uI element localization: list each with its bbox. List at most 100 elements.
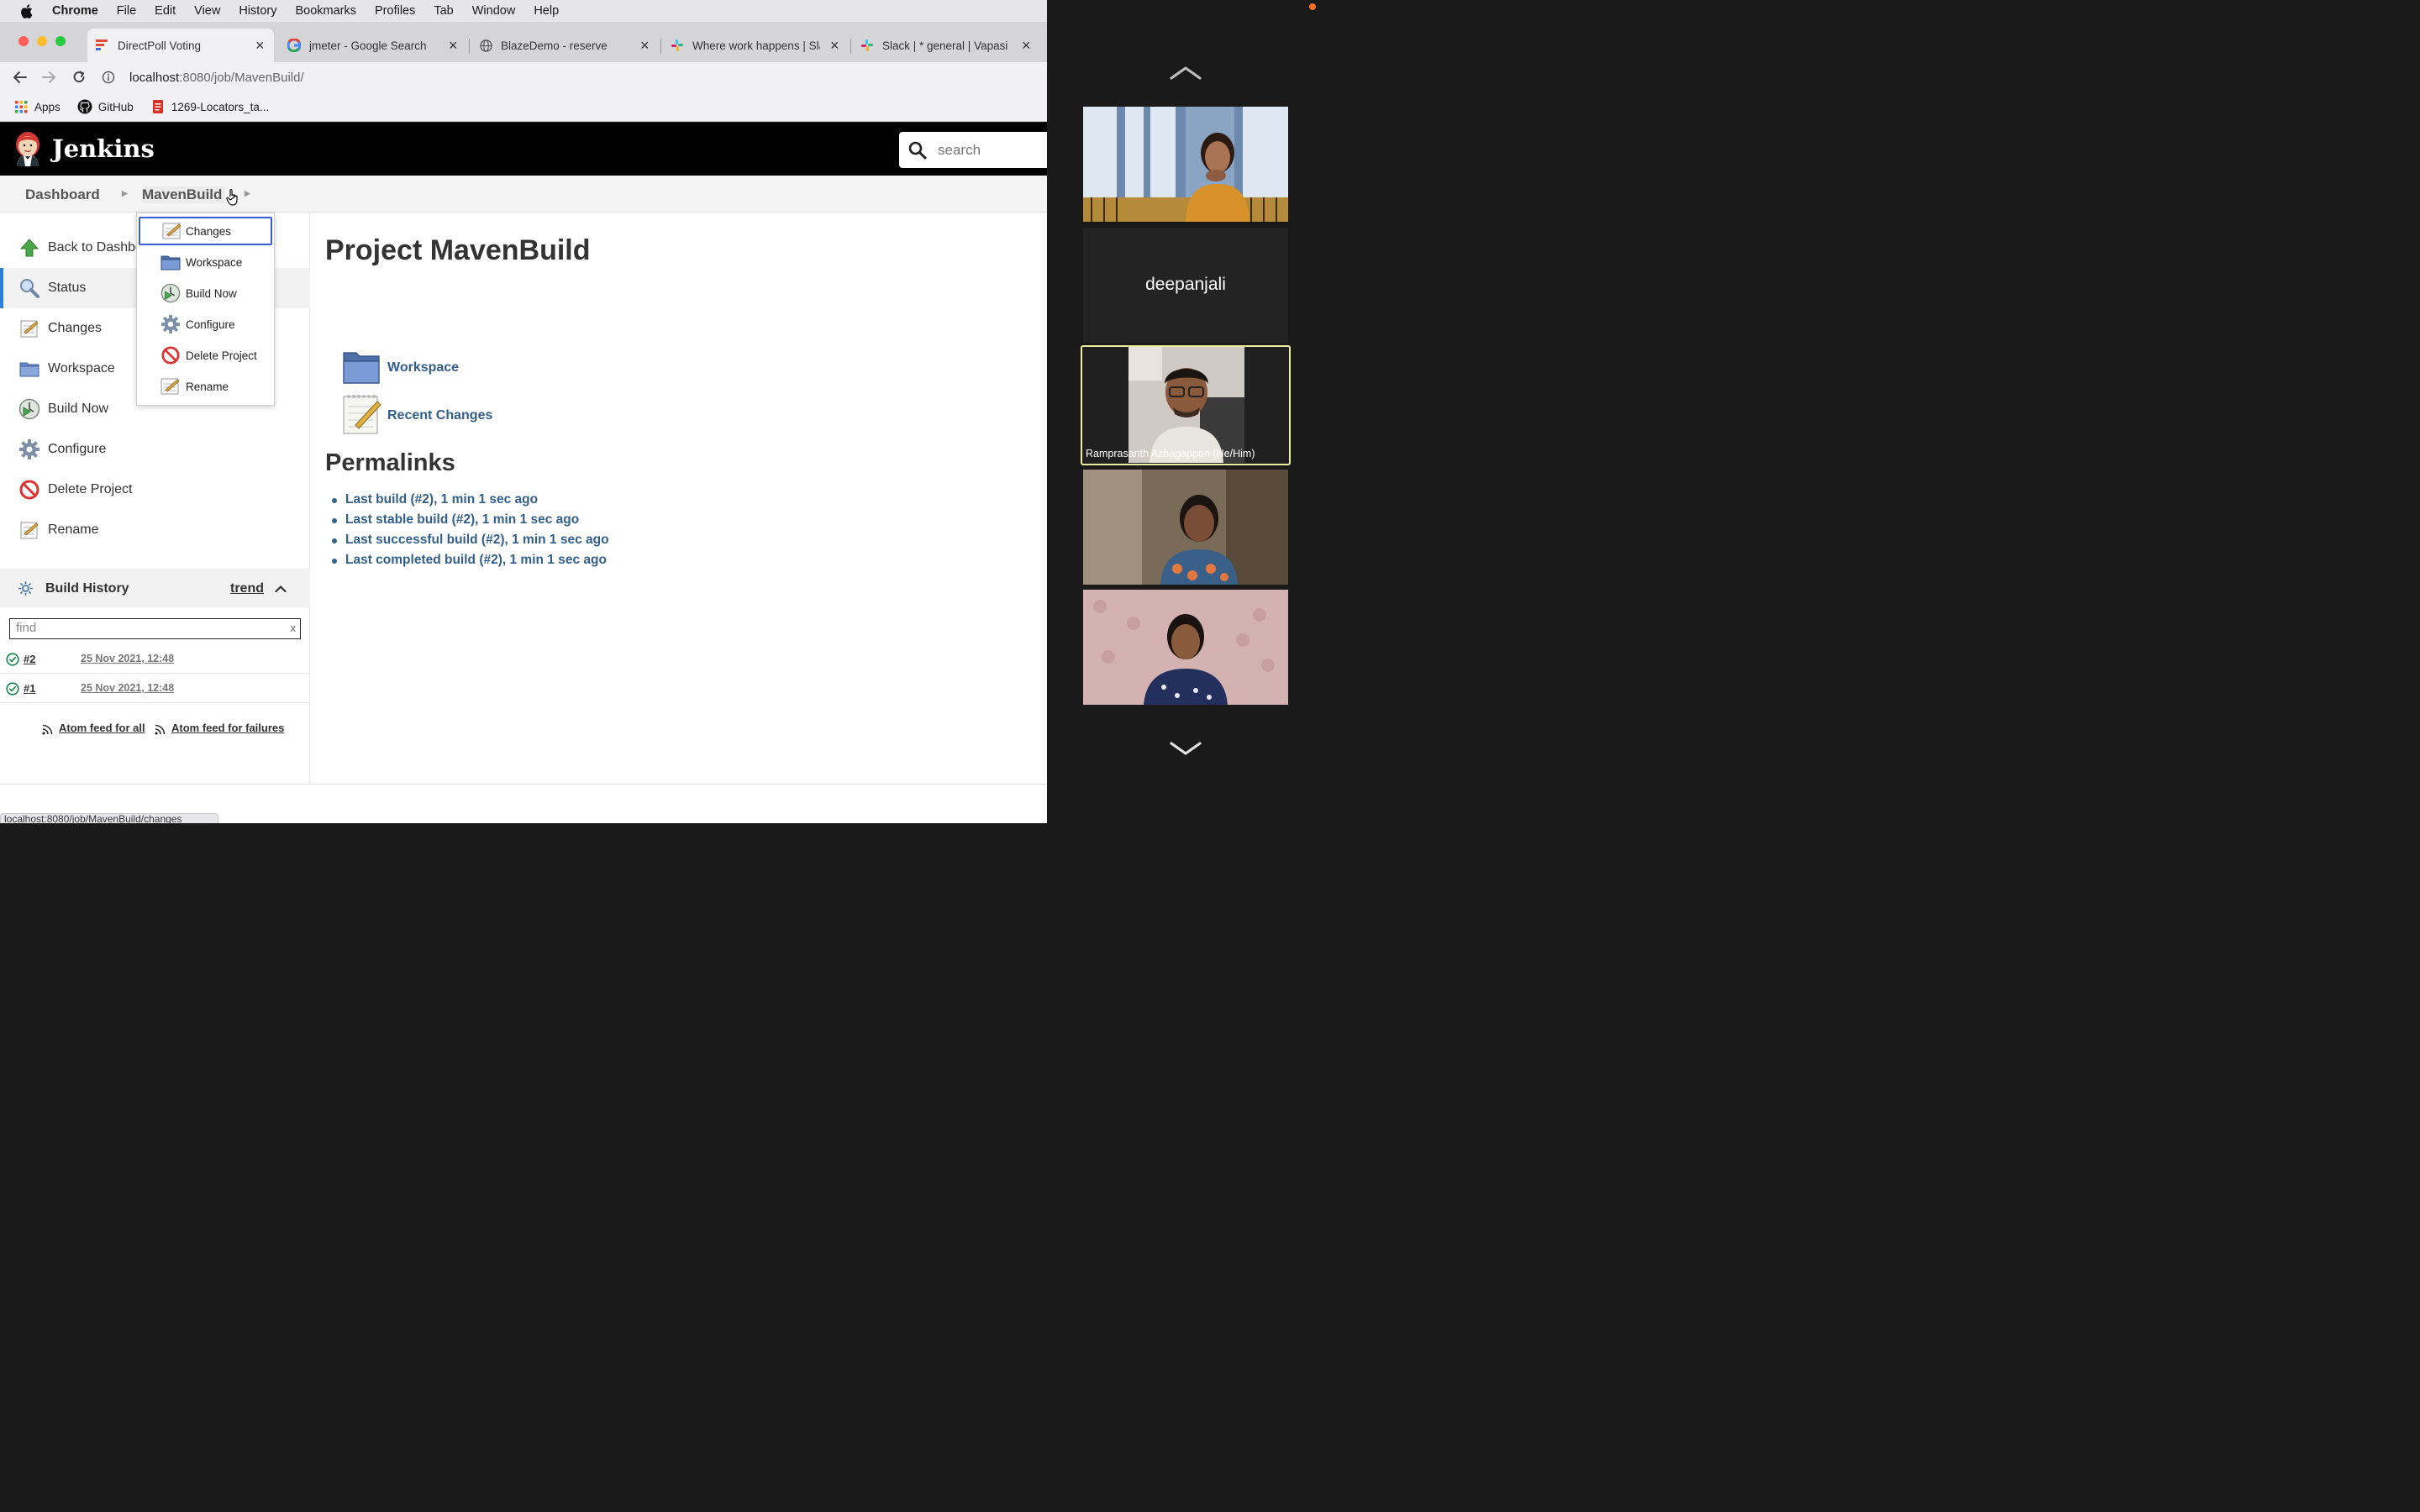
trend-link[interactable]: trend	[230, 581, 264, 596]
back-arrow-icon[interactable]	[10, 67, 30, 87]
menu-edit[interactable]: Edit	[155, 4, 176, 18]
participant-video-frame	[1083, 470, 1288, 585]
bookmarks-bar: Apps GitHub 1269-Locators_ta...	[0, 92, 1047, 122]
dropdown-label: Configure	[186, 318, 235, 331]
dropdown-label: Rename	[186, 380, 229, 393]
info-icon[interactable]	[101, 70, 116, 85]
notepad-icon	[18, 318, 40, 339]
task-delete-project[interactable]: Delete Project	[0, 470, 310, 510]
task-configure[interactable]: Configure	[0, 429, 310, 470]
browser-tab-directpoll[interactable]: DirectPoll Voting ×	[87, 29, 274, 62]
task-label: Configure	[48, 442, 107, 456]
bookmark-label: 1269-Locators_ta...	[171, 100, 270, 113]
forward-arrow-icon[interactable]	[39, 67, 59, 87]
chevron-up-icon[interactable]	[1169, 66, 1202, 85]
window-close-button[interactable]	[18, 36, 29, 46]
atom-feed-all-link[interactable]: Atom feed for all	[59, 722, 145, 734]
build-number-link[interactable]: #1	[24, 682, 35, 695]
task-rename[interactable]: Rename	[0, 510, 310, 550]
breadcrumb-arrow-icon[interactable]: ▶	[245, 189, 250, 198]
notepad-icon	[160, 376, 181, 396]
dropdown-item-workspace[interactable]: Workspace	[139, 248, 272, 276]
document-icon	[150, 99, 166, 114]
browser-tab-google[interactable]: jmeter - Google Search ×	[281, 29, 467, 62]
bookmark-locators[interactable]: 1269-Locators_ta...	[150, 99, 269, 114]
participant-name-tile[interactable]: deepanjali	[1083, 228, 1288, 343]
tab-separator	[850, 39, 851, 54]
jenkins-title[interactable]: Jenkins	[52, 134, 155, 163]
dropdown-item-configure[interactable]: Configure	[139, 310, 272, 339]
no-entry-icon	[160, 345, 181, 365]
macos-menubar: Chrome File Edit View History Bookmarks …	[0, 0, 1047, 22]
folder-icon	[160, 252, 181, 272]
apple-icon[interactable]	[20, 3, 37, 18]
breadcrumb-mavenbuild[interactable]: MavenBuild	[142, 186, 226, 203]
permalink-last-completed-build[interactable]: Last completed build (#2), 1 min 1 sec a…	[332, 553, 609, 573]
active-speaker-tile[interactable]: Ramprasanth Azhagappan (He/Him)	[1081, 345, 1291, 465]
menu-history[interactable]: History	[239, 4, 276, 18]
slack-icon	[671, 39, 684, 52]
jenkins-search-box[interactable]	[899, 132, 1047, 168]
participant-video-tile[interactable]	[1083, 470, 1288, 585]
tab-close-icon[interactable]: ×	[1022, 38, 1031, 53]
permalink-last-stable-build[interactable]: Last stable build (#2), 1 min 1 sec ago	[332, 512, 609, 533]
chevron-down-icon[interactable]	[1169, 741, 1202, 760]
browser-tab-blazedemo[interactable]: BlazeDemo - reserve ×	[472, 29, 659, 62]
workspace-link[interactable]: Workspace	[387, 360, 459, 375]
menu-bookmarks[interactable]: Bookmarks	[295, 4, 356, 18]
menu-file[interactable]: File	[117, 4, 136, 18]
window-zoom-button[interactable]	[55, 36, 66, 46]
build-date-link[interactable]: 25 Nov 2021, 12:48	[81, 682, 174, 694]
chevron-up-icon[interactable]	[275, 582, 287, 597]
participant-video-tile[interactable]	[1083, 107, 1288, 222]
recent-changes-link[interactable]: Recent Changes	[387, 408, 492, 423]
search-input[interactable]	[938, 141, 1039, 159]
menu-help[interactable]: Help	[534, 4, 559, 18]
page-title: Project MavenBuild	[325, 234, 591, 266]
participant-video-tile[interactable]	[1083, 590, 1288, 705]
menu-view[interactable]: View	[194, 4, 220, 18]
participant-video-frame	[1083, 590, 1288, 705]
build-number-link[interactable]: #2	[24, 653, 35, 665]
build-history-find-input[interactable]: find x	[9, 618, 301, 639]
permalink-last-successful-build[interactable]: Last successful build (#2), 1 min 1 sec …	[332, 533, 609, 553]
window-minimize-button[interactable]	[37, 36, 47, 46]
menu-window[interactable]: Window	[472, 4, 516, 18]
bookmark-github[interactable]: GitHub	[77, 99, 134, 114]
dropdown-item-changes[interactable]: Changes	[139, 217, 272, 245]
build-row[interactable]: #2 25 Nov 2021, 12:48	[0, 644, 310, 674]
breadcrumb-dashboard[interactable]: Dashboard	[25, 186, 100, 203]
bookmark-apps[interactable]: Apps	[13, 99, 60, 114]
dropdown-label: Build Now	[186, 286, 237, 300]
permalink-last-build[interactable]: Last build (#2), 1 min 1 sec ago	[332, 492, 609, 512]
menu-profiles[interactable]: Profiles	[375, 4, 415, 18]
clear-find-icon[interactable]: x	[291, 619, 297, 638]
dropdown-label: Delete Project	[186, 349, 257, 362]
tab-title: BlazeDemo - reserve	[501, 39, 608, 52]
jenkins-logo-icon[interactable]	[13, 131, 42, 166]
clock-play-icon	[18, 398, 40, 420]
reload-icon[interactable]	[69, 67, 89, 87]
dropdown-item-rename[interactable]: Rename	[139, 372, 272, 401]
browser-tab-strip: DirectPoll Voting × jmeter - Google Sear…	[0, 22, 1047, 62]
tab-close-icon[interactable]: ×	[449, 38, 458, 53]
build-date-link[interactable]: 25 Nov 2021, 12:48	[81, 653, 174, 664]
tab-close-icon[interactable]: ×	[830, 38, 839, 53]
folder-icon	[18, 358, 40, 380]
dropdown-item-delete-project[interactable]: Delete Project	[139, 341, 272, 370]
tab-close-icon[interactable]: ×	[640, 38, 650, 53]
address-bar[interactable]: localhost:8080/job/MavenBuild/	[101, 66, 1047, 89]
build-row[interactable]: #1 25 Nov 2021, 12:48	[0, 674, 310, 703]
atom-feed-failures-link[interactable]: Atom feed for failures	[171, 722, 284, 734]
browser-tab-slack-1[interactable]: Where work happens | Sla ×	[664, 29, 849, 62]
participant-name: Ramprasanth Azhagappan (He/Him)	[1086, 448, 1255, 459]
jenkins-header: Jenkins	[0, 123, 1047, 176]
tab-close-icon[interactable]: ×	[255, 38, 265, 53]
hand-cursor-icon	[226, 188, 241, 211]
gear-icon	[18, 438, 40, 460]
menu-app-name[interactable]: Chrome	[52, 4, 98, 18]
browser-tab-slack-2[interactable]: Slack | * general | Vapasi ×	[854, 29, 1040, 62]
build-history-header: Build History trend	[0, 569, 310, 607]
dropdown-item-build-now[interactable]: Build Now	[139, 279, 272, 307]
menu-tab[interactable]: Tab	[434, 4, 453, 18]
